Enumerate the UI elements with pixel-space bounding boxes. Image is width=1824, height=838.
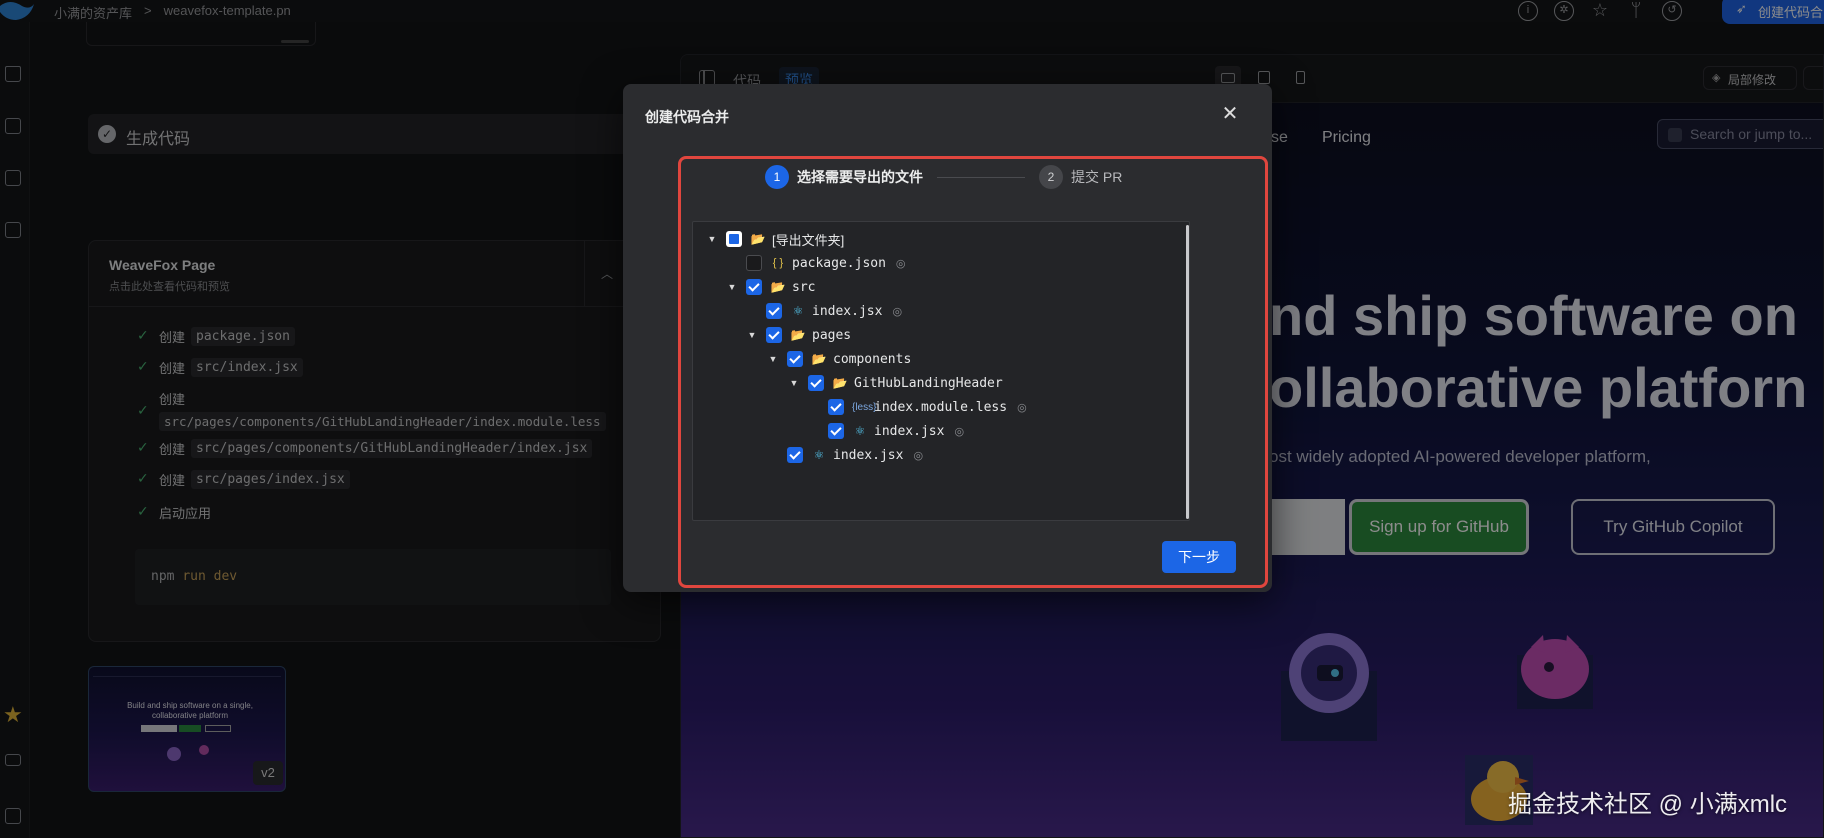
dialog-title: 创建代码合并 bbox=[645, 109, 729, 125]
close-icon[interactable]: ✕ bbox=[1216, 100, 1244, 128]
next-step-button[interactable]: 下一步 bbox=[1162, 541, 1236, 573]
annotation-highlight-box bbox=[678, 156, 1268, 588]
watermark: 掘金技术社区 @ 小满xmlc bbox=[1508, 791, 1788, 818]
create-merge-dialog: 创建代码合并 ✕ 1 选择需要导出的文件 2 提交 PR ▼ 📂 [导出文件夹]… bbox=[623, 84, 1272, 592]
